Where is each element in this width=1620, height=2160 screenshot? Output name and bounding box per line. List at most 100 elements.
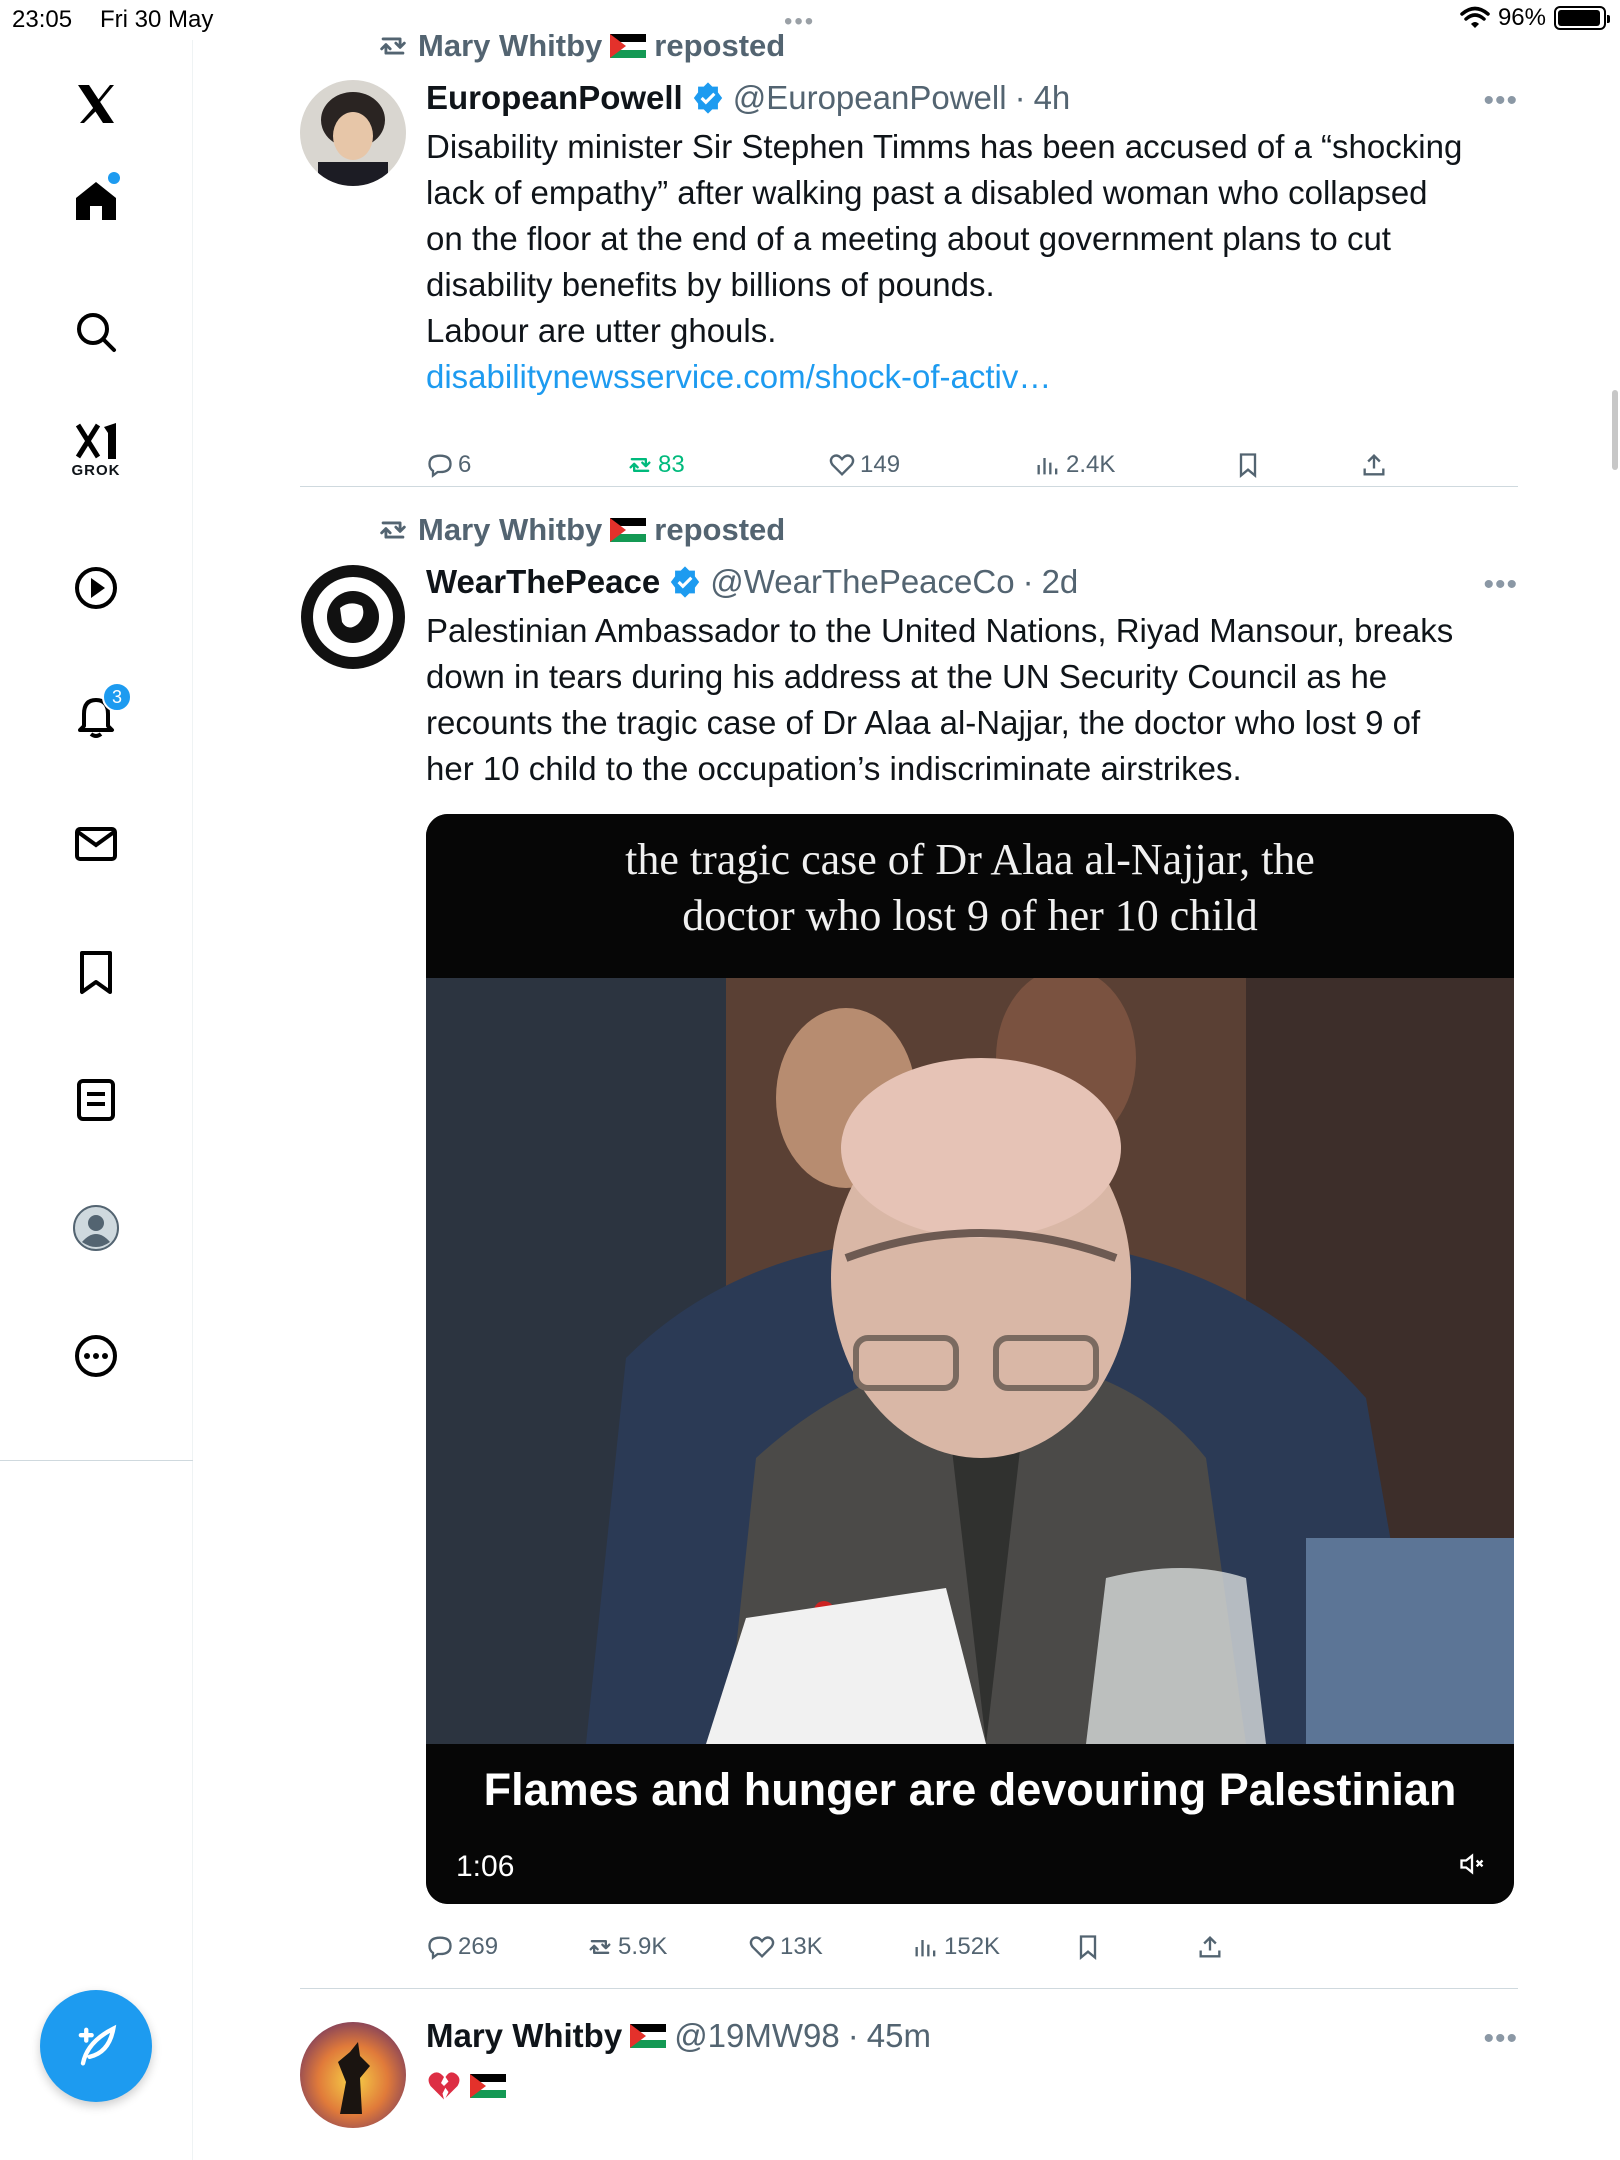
repost-icon	[380, 521, 406, 539]
heart-icon	[829, 454, 855, 476]
author-handle[interactable]: @19MW98	[674, 2017, 840, 2055]
post-link[interactable]: disabilitynewsservice.com/shock-of-activ…	[426, 354, 1518, 400]
video-caption-line: Flames and hunger are devouring Palestin…	[483, 1764, 1457, 1815]
repost-suffix: reposted	[654, 28, 786, 63]
sidebar-item-search[interactable]	[56, 292, 136, 372]
grok-label: GROK	[71, 462, 121, 479]
separator-dot: ·	[1022, 563, 1034, 600]
sidebar-nav: GROK 3	[0, 40, 193, 2160]
sidebar-item-bookmarks[interactable]	[56, 932, 136, 1012]
scrollbar[interactable]	[1612, 390, 1618, 470]
battery-icon	[1554, 6, 1610, 30]
avatar[interactable]	[300, 2022, 406, 2128]
bookmark-button[interactable]	[1234, 451, 1262, 479]
reply-button[interactable]: 6	[426, 451, 471, 479]
battery-percent: 96%	[1497, 4, 1546, 31]
sidebar-item-home[interactable]	[56, 160, 136, 240]
share-icon	[1199, 1936, 1221, 1958]
author-name[interactable]: Mary Whitby	[426, 2017, 622, 2055]
status-bar: 23:05 Fri 30 May ••• 96%	[0, 0, 1620, 40]
post-time[interactable]: 2d	[1042, 563, 1079, 601]
post-time[interactable]: 45m	[867, 2017, 931, 2055]
repost-button[interactable]: 83	[626, 451, 685, 479]
repost-icon	[589, 1940, 611, 1954]
sidebar-item-more[interactable]	[56, 1316, 136, 1396]
repost-count: 83	[658, 451, 685, 478]
post-text-line: down in tears during his address at the …	[426, 658, 1388, 695]
status-date: Fri 30 May	[100, 6, 214, 33]
post-text: Disability minister Sir Stephen Timms ha…	[426, 124, 1518, 400]
author-name[interactable]: WearThePeace	[426, 563, 660, 601]
palestine-flag-icon	[630, 2024, 667, 2048]
post-text-line: recounts the tragic case of Dr Alaa al-N…	[426, 704, 1421, 741]
more-options-icon[interactable]: •••	[1483, 568, 1518, 602]
repost-context: Mary Whitby reposted	[376, 512, 785, 548]
views-button[interactable]: 152K	[912, 1933, 1000, 1961]
grok-icon	[75, 423, 116, 459]
video-player[interactable]: the tragic case of Dr Alaa al-Najjar, th…	[426, 814, 1514, 1904]
share-button[interactable]	[1196, 1933, 1224, 1961]
play-icon	[75, 567, 117, 609]
repost-icon	[380, 37, 406, 55]
post-text: Palestinian Ambassador to the United Nat…	[426, 608, 1518, 792]
mute-icon[interactable]	[1458, 1850, 1486, 1878]
repost-user[interactable]: Mary Whitby	[418, 28, 602, 64]
heart-icon	[749, 1936, 775, 1958]
post-text-line: Labour are utter ghouls.	[426, 312, 777, 349]
palestine-flag-icon	[610, 34, 647, 58]
wifi-icon	[1460, 6, 1490, 28]
post-time[interactable]: 4h	[1034, 79, 1071, 117]
like-button[interactable]: 13K	[748, 1933, 823, 1961]
profile-icon	[73, 1205, 119, 1251]
repost-button[interactable]: 5.9K	[586, 1933, 667, 1961]
avatar[interactable]	[300, 80, 406, 186]
sidebar-item-lists[interactable]	[56, 1060, 136, 1140]
share-button[interactable]	[1360, 451, 1388, 479]
palestine-flag-icon	[470, 2074, 506, 2098]
sidebar-item-grok[interactable]: GROK	[56, 410, 136, 490]
views-icon	[915, 1940, 936, 1957]
multitask-dots-icon[interactable]: •••	[784, 8, 815, 36]
like-count: 149	[860, 451, 901, 478]
reply-count: 269	[458, 1933, 499, 1960]
more-options-icon[interactable]: •••	[1483, 2022, 1518, 2056]
mail-icon	[75, 827, 117, 861]
broken-heart-icon	[428, 2072, 460, 2100]
compose-button[interactable]	[40, 1990, 152, 2102]
bookmark-button[interactable]	[1074, 1933, 1102, 1961]
author-handle[interactable]: @EuropeanPowell	[733, 79, 1007, 117]
verified-badge-icon	[671, 566, 700, 598]
reply-button[interactable]: 269	[426, 1933, 498, 1961]
post-divider	[300, 486, 1518, 487]
bookmark-icon	[1079, 1935, 1097, 1960]
notification-badge: 3	[102, 682, 132, 712]
verified-badge-icon	[693, 82, 722, 114]
author-handle[interactable]: @WearThePeaceCo	[710, 563, 1014, 601]
video-frame-image	[426, 978, 1514, 1744]
reply-count: 6	[458, 451, 472, 478]
video-caption-top: the tragic case of Dr Alaa al-Najjar, th…	[426, 814, 1514, 978]
avatar[interactable]	[300, 564, 406, 670]
reply-icon	[428, 1936, 452, 1960]
sidebar-item-profile[interactable]	[56, 1188, 136, 1268]
separator-dot: ·	[847, 2017, 859, 2054]
author-name[interactable]: EuropeanPowell	[426, 79, 683, 117]
search-icon	[77, 313, 116, 352]
post-text-line: Palestinian Ambassador to the United Nat…	[426, 612, 1454, 649]
video-caption-bottom: Flames and hunger are devouring Palestin…	[426, 1744, 1514, 1904]
more-circle-icon	[75, 1335, 117, 1377]
views-icon	[1037, 458, 1058, 475]
repost-icon	[629, 458, 651, 472]
views-button[interactable]: 2.4K	[1034, 451, 1115, 479]
sidebar-item-messages[interactable]	[56, 804, 136, 884]
post-text-line: disability benefits by billions of pound…	[426, 266, 995, 303]
sidebar-item-videos[interactable]	[56, 548, 136, 628]
status-time: 23:05	[12, 6, 73, 33]
x-logo-icon[interactable]	[56, 64, 136, 144]
sidebar-item-notifications[interactable]: 3	[56, 676, 136, 756]
bookmark-icon	[80, 951, 112, 994]
like-button[interactable]: 149	[828, 451, 900, 479]
more-options-icon[interactable]: •••	[1483, 84, 1518, 118]
bookmark-icon	[1239, 453, 1257, 478]
repost-user[interactable]: Mary Whitby	[418, 512, 602, 548]
